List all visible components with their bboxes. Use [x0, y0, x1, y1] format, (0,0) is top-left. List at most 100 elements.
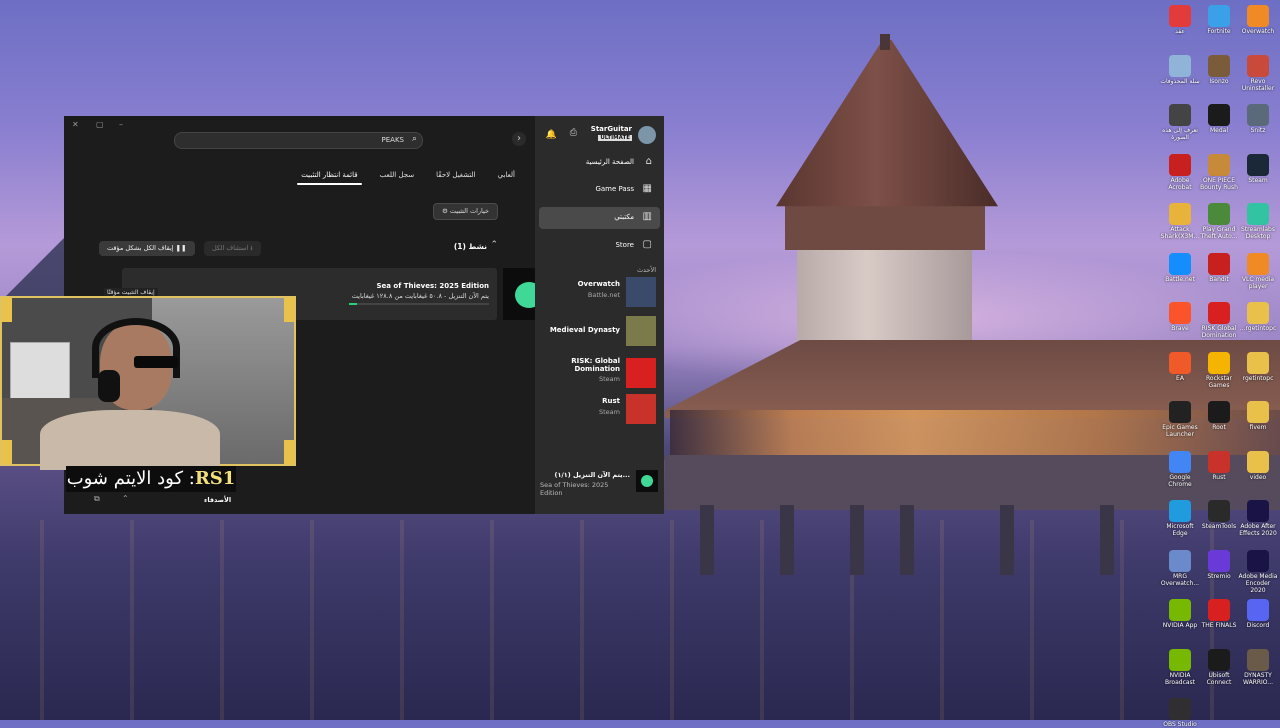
library-tabs: ألعابي التشغيل لاحقًا سجل اللعب قائمة ان…: [297, 171, 515, 185]
collapse-chevron-icon[interactable]: ⌃: [490, 240, 498, 250]
desktop-icon[interactable]: تعرف إلى هذه الصورة: [1160, 100, 1200, 141]
app-icon: [1169, 54, 1191, 77]
app-icon: [1208, 5, 1230, 27]
desktop-icon[interactable]: THE FINALS: [1199, 595, 1239, 629]
download-queue-status[interactable]: يتم الآن التنزيل (١/١)... Sea of Thieves…: [540, 468, 658, 498]
game-name: Medieval Dynasty: [549, 326, 620, 334]
store-icon: ▢: [642, 239, 652, 250]
desktop-icon[interactable]: Overwatch: [1238, 1, 1278, 35]
tab-my-games[interactable]: ألعابي: [498, 171, 515, 185]
friends-label[interactable]: الأصدقاء: [204, 496, 231, 504]
desktop-icon[interactable]: MRG Overwatch...: [1160, 546, 1200, 587]
desktop-icon[interactable]: Rust: [1199, 447, 1239, 481]
desktop-icon[interactable]: Google Chrome: [1160, 447, 1200, 488]
resume-all-button[interactable]: استئناف الكل ⭳: [204, 241, 261, 256]
desktop-icon-label: Rockstar Games: [1206, 374, 1232, 389]
install-options-button[interactable]: ⚙ خيارات التثبيت: [432, 203, 498, 220]
search-input[interactable]: PEAKS ⌕: [174, 132, 423, 149]
desktop-icon[interactable]: Streamlabs Desktop: [1238, 199, 1278, 240]
minimize-icon[interactable]: –: [119, 120, 123, 129]
download-progress-bar: [349, 303, 489, 305]
close-icon[interactable]: ✕: [72, 120, 79, 129]
desktop-icon[interactable]: Snitz: [1238, 100, 1278, 134]
app-icon: [1208, 54, 1230, 77]
desktop-icon[interactable]: SteamTools: [1199, 496, 1239, 530]
desktop-icon[interactable]: Ubisoft Connect: [1199, 645, 1239, 686]
desktop-icon[interactable]: Isonzo: [1199, 51, 1239, 85]
recent-game-medieval-dynasty[interactable]: Medieval Dynasty: [541, 316, 656, 346]
desktop-icon[interactable]: video: [1238, 447, 1278, 481]
desktop-icon[interactable]: Microsoft Edge: [1160, 496, 1200, 537]
pause-all-button[interactable]: إيقاف الكل بشكل مؤقت ❚❚: [99, 241, 195, 256]
maximize-icon[interactable]: ▢: [96, 120, 104, 129]
desktop-icon-label: ...rgetintopc: [1239, 325, 1277, 332]
desktop-icon[interactable]: سلة المحذوفات: [1160, 51, 1200, 85]
desktop-icon[interactable]: ...rgetintopc: [1238, 298, 1278, 332]
desktop-icon[interactable]: عقد: [1160, 1, 1200, 35]
desktop-icon[interactable]: Epic Games Launcher: [1160, 397, 1200, 438]
desktop-icon-label: Attack Shark(X3M...: [1160, 226, 1200, 240]
app-icon: [1169, 203, 1191, 225]
tab-install-queue[interactable]: قائمة انتظار التثبيت: [297, 171, 362, 185]
desktop-icon-label: عقد: [1175, 28, 1185, 35]
app-icon: [1247, 54, 1269, 77]
desktop-icon[interactable]: Fortnite: [1199, 1, 1239, 35]
app-icon: [1208, 203, 1230, 225]
desktop-icon[interactable]: NVIDIA App: [1160, 595, 1200, 629]
desktop-icon[interactable]: OBS Studio: [1160, 694, 1200, 728]
app-icon: [1169, 599, 1191, 621]
desktop-icon[interactable]: DYNASTY WARRIO...: [1238, 645, 1278, 686]
desktop-icon[interactable]: Battle.net: [1160, 249, 1200, 283]
recent-game-risk[interactable]: RISK: Global Domination Steam: [541, 354, 656, 388]
desktop-icon[interactable]: Play Grand Theft Auto...: [1199, 199, 1239, 240]
gift-icon[interactable]: ⎙: [570, 128, 577, 138]
recent-game-overwatch[interactable]: Overwatch Battle.net: [541, 277, 656, 307]
sidebar-item-home[interactable]: الصفحة الرئيسية ⌂: [539, 152, 660, 174]
desktop-icon-grid: عقد Fortnite Overwatch سلة المحذوفات Isonzo R…: [1158, 0, 1280, 728]
sidebar-item-label: Game Pass: [595, 185, 634, 193]
sidebar-item-game-pass[interactable]: Game Pass ▦: [539, 179, 660, 201]
tab-play-history[interactable]: سجل اللعب: [380, 171, 415, 185]
tab-play-later[interactable]: التشغيل لاحقًا: [436, 171, 475, 185]
desktop-icon[interactable]: Revo Uninstaller: [1238, 51, 1278, 92]
desktop-icon[interactable]: ONE PIECE Bounty Rush: [1199, 150, 1239, 191]
desktop-icon[interactable]: Adobe Acrobat: [1160, 150, 1200, 191]
app-icon: [1169, 252, 1191, 275]
desktop-icon-label: Streamlabs Desktop: [1241, 226, 1275, 240]
desktop-icon[interactable]: rgetintopc: [1238, 348, 1278, 382]
recent-game-rust[interactable]: Rust Steam: [541, 394, 656, 424]
desktop-icon[interactable]: Rockstar Games: [1199, 348, 1239, 389]
streamer: [40, 318, 220, 470]
app-icon: [1208, 302, 1230, 324]
search-icon: ⌕: [411, 134, 417, 144]
desktop-icon-label: Microsoft Edge: [1166, 523, 1194, 537]
pause-icon: ❚❚: [175, 244, 187, 252]
desktop-icon[interactable]: fivem: [1238, 397, 1278, 431]
desktop-icon[interactable]: Attack Shark(X3M...: [1160, 199, 1200, 240]
sidebar-item-store[interactable]: Store ▢: [539, 235, 660, 257]
headset: [92, 318, 180, 378]
desktop-icon[interactable]: Bandit: [1199, 249, 1239, 283]
desktop-icon[interactable]: VLC media player: [1238, 249, 1278, 290]
friends-popout-icon[interactable]: ⧉: [94, 494, 100, 504]
desktop-icon-label: SteamTools: [1201, 523, 1237, 530]
friends-expand-icon[interactable]: ⌃: [122, 494, 129, 503]
notification-bell-icon[interactable]: 🔔: [546, 130, 557, 140]
desktop-icon[interactable]: Stremio: [1199, 546, 1239, 580]
back-arrow-icon[interactable]: ›: [512, 132, 526, 146]
app-icon: [1208, 252, 1230, 275]
desktop-icon[interactable]: RISK Global Domination: [1199, 298, 1239, 339]
profile[interactable]: StarGuitar ULTIMATE: [544, 124, 656, 146]
desktop-icon[interactable]: Root: [1199, 397, 1239, 431]
desktop-icon[interactable]: NVIDIA Broadcast: [1160, 645, 1200, 686]
desktop-icon[interactable]: Brave: [1160, 298, 1200, 332]
desktop-icon[interactable]: Medal: [1199, 100, 1239, 134]
app-icon: [1169, 153, 1191, 176]
desktop-icon[interactable]: Adobe After Effects 2020: [1238, 496, 1278, 537]
app-icon: [1208, 450, 1230, 473]
desktop-icon[interactable]: Discord: [1238, 595, 1278, 629]
desktop-icon[interactable]: Steam: [1238, 150, 1278, 184]
sidebar-item-my-library[interactable]: مكتبتي ▥: [539, 207, 660, 229]
desktop-icon[interactable]: Adobe Media Encoder 2020: [1238, 546, 1278, 594]
desktop-icon[interactable]: EA: [1160, 348, 1200, 382]
